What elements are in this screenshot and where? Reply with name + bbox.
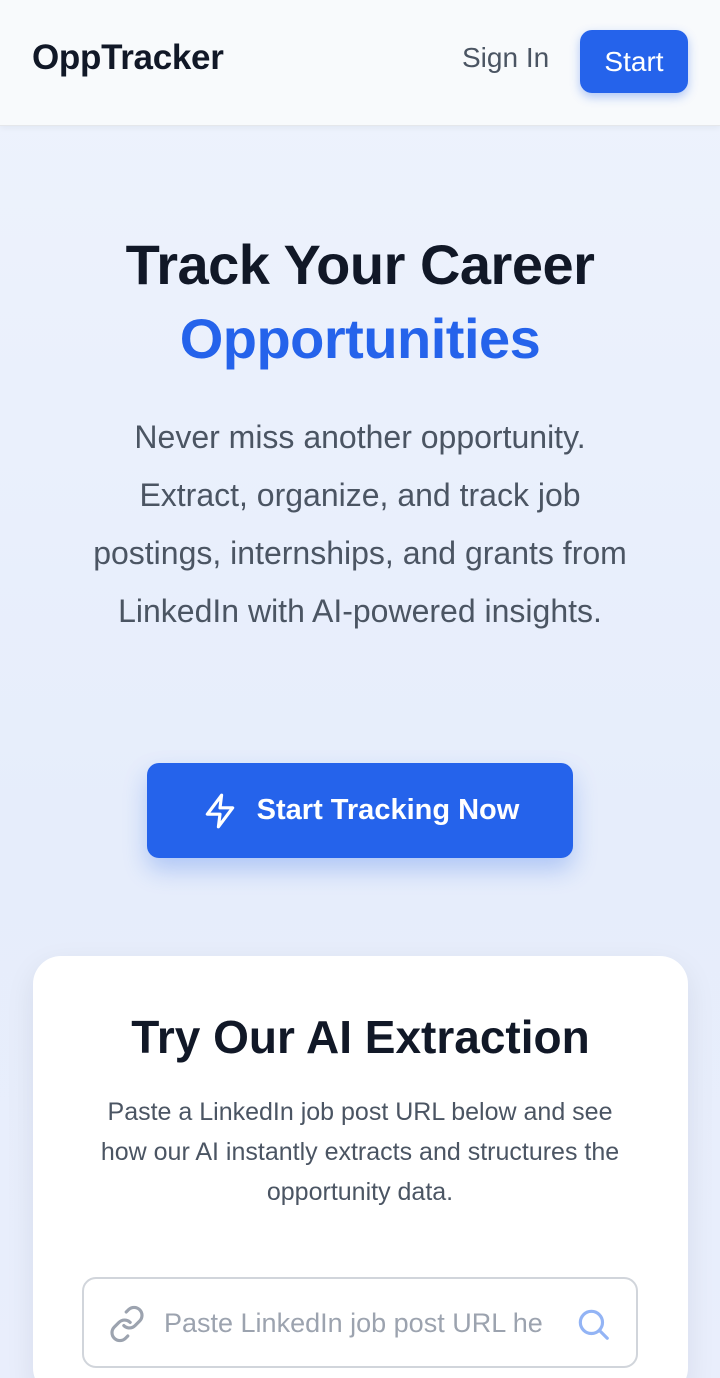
linkedin-url-input[interactable]	[164, 1299, 544, 1347]
lightning-icon	[205, 793, 234, 828]
start-tracking-button[interactable]: Start Tracking Now	[147, 763, 573, 858]
brand-logo[interactable]: OppTracker	[32, 38, 224, 78]
link-icon	[110, 1305, 144, 1343]
hero-title-accent: Opportunities	[179, 307, 541, 370]
extraction-description: Paste a LinkedIn job post URL below and …	[100, 1098, 620, 1206]
sign-in-link[interactable]: Sign In	[462, 42, 549, 74]
start-tracking-label: Start Tracking Now	[256, 794, 520, 826]
hero-title-line1: Track Your Career	[125, 233, 595, 296]
start-button[interactable]: Start	[580, 30, 688, 93]
hero-title: Track Your Career Opportunities	[0, 228, 720, 376]
ai-extraction-card: Try Our AI Extraction Paste a LinkedIn j…	[33, 956, 688, 1378]
linkedin-url-field	[82, 1277, 638, 1368]
top-navbar: OppTracker Sign In Start	[0, 0, 720, 126]
hero-subtitle: Never miss another opportunity. Extract,…	[93, 419, 627, 629]
search-icon[interactable]	[574, 1305, 612, 1343]
extraction-title: Try Our AI Extraction	[131, 1011, 590, 1063]
